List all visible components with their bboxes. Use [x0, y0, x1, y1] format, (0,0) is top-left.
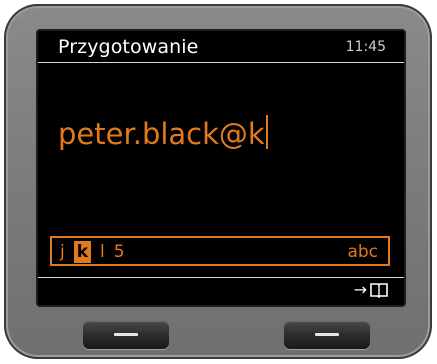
right-softkey-bar — [315, 333, 339, 336]
right-softkey-button[interactable] — [284, 321, 370, 349]
softkey-bar: → — [38, 277, 404, 305]
char-option-j[interactable]: j — [60, 241, 65, 263]
display-screen: Przygotowanie 11:45 peter.black@k j k l … — [38, 31, 404, 305]
clock: 11:45 — [345, 39, 386, 55]
char-option-k-selected[interactable]: k — [73, 241, 92, 263]
softkey-right-phonebook[interactable]: → — [354, 280, 388, 299]
character-selection-bar: j k l 5 abc — [50, 236, 390, 266]
email-input-value: peter.black@k — [58, 117, 265, 151]
input-mode-indicator: abc — [347, 242, 378, 262]
arrow-right-icon: → — [353, 280, 367, 299]
char-option-l[interactable]: l — [100, 241, 105, 263]
left-softkey-bar — [114, 333, 138, 336]
left-softkey-button[interactable] — [83, 321, 169, 349]
text-cursor — [265, 115, 268, 149]
screen-title: Przygotowanie — [58, 36, 199, 58]
phone-device: Przygotowanie 11:45 peter.black@k j k l … — [4, 4, 432, 359]
char-option-5[interactable]: 5 — [114, 241, 125, 263]
status-bar: Przygotowanie 11:45 — [38, 31, 404, 63]
character-list: j k l 5 — [60, 241, 134, 263]
email-input[interactable]: peter.black@k — [58, 115, 268, 151]
phonebook-icon — [370, 282, 388, 298]
